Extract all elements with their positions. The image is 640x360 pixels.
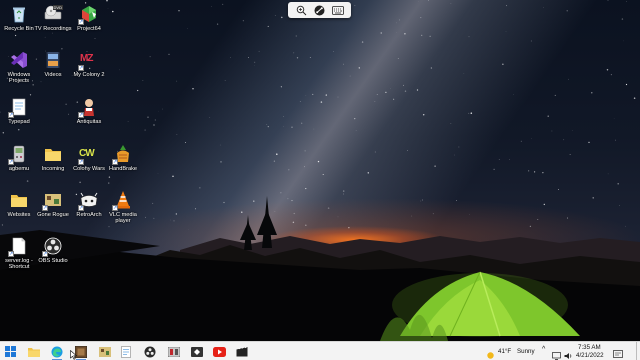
colony-wars-icon: CW ↗ [78,148,95,165]
visual-studio-icon [9,50,29,70]
media-app-icon [168,346,180,357]
desktop-icon-incoming[interactable]: Incoming [34,144,72,172]
desktop-icon-handbrake[interactable]: ↗ HandBrake [104,144,142,172]
desktop[interactable]: Recycle Bin DVD TV Recordings ↗ Project6… [0,0,640,341]
my-colony-icon: MZ ↗ [78,53,93,71]
desktop-icon-vlc[interactable]: ↗ VLC media player [104,190,142,225]
desktop-icon-antiquitas[interactable]: ↗ Antiquitas [70,97,108,125]
remote-connection-icon[interactable] [313,4,325,16]
desktop-icon-my-colony-2[interactable]: MZ ↗ My Colony 2 [70,50,108,78]
desktop-icon-retroarch[interactable]: ↗ RetroArch [70,190,108,218]
weather-condition[interactable]: Sunny [517,348,535,355]
windows-logo-icon [4,346,16,357]
clock-date[interactable]: 4/21/2022 [576,352,604,359]
taskbar-youtube[interactable] [211,344,227,359]
network-icon[interactable] [552,347,561,360]
recycle-bin-icon [9,4,29,24]
desktop-icon-colony-wars[interactable]: CW ↗ Colony Wars [70,144,108,172]
desktop-icon-windows-projects[interactable]: Windows Projects [0,50,38,85]
desktop-icon-project64[interactable]: ↗ Project64 [70,4,108,32]
folder-icon [28,347,40,357]
show-hidden-icons-chevron-icon[interactable]: ^ [542,346,545,353]
desktop-icon-websites[interactable]: Websites [0,190,38,218]
start-button[interactable] [2,344,18,359]
handbrake-icon: ↗ [112,144,133,165]
edge-icon [51,346,63,357]
desktop-icon-tv-recordings[interactable]: DVD TV Recordings [34,4,72,32]
remote-app-icon [191,346,203,357]
system-tray: 41°F Sunny ^ 7:35 AM 4/21/2022 [480,342,640,360]
remote-toolbar [288,2,351,18]
folder-icon [43,144,63,164]
taskbar-notepad[interactable] [118,344,134,359]
desktop-icon-server-log[interactable]: ↗ server.log - Shortcut [0,236,38,271]
keyboard-icon[interactable] [331,4,344,16]
folder-icon [9,190,29,210]
youtube-icon [212,346,226,357]
taskbar: 41°F Sunny ^ 7:35 AM 4/21/2022 [0,341,640,360]
desktop-icon-obs-studio[interactable]: ↗ OBS Studio [34,236,72,264]
desktop-icon-typepad[interactable]: ↗ Typepad [0,97,38,125]
character-icon: ↗ [78,97,99,118]
weather-sunny-icon[interactable] [486,347,495,360]
show-desktop-button[interactable] [636,342,639,360]
weather-temp[interactable]: 41°F [498,348,511,355]
taskbar-remote-app[interactable] [189,344,205,359]
retroarch-icon: ↗ [78,190,99,211]
taskbar-obs[interactable] [142,344,158,359]
clapperboard-icon [236,346,248,357]
taskbar-edge[interactable] [49,344,65,360]
obs-icon [144,346,156,357]
notification-icon[interactable] [613,346,623,360]
taskbar-media-app[interactable] [166,344,182,359]
vlc-cone-icon: ↗ [112,190,133,211]
desktop-icon-agbemu[interactable]: ↗ agbemu [0,144,38,172]
clock-time[interactable]: 7:35 AM [578,344,601,351]
project64-icon: ↗ [78,4,99,25]
taskbar-clapper[interactable] [234,344,250,359]
gone-rogue-icon: ↗ [42,190,63,211]
mouse-cursor-icon [70,350,78,360]
document-icon: ↗ [8,236,29,257]
taskbar-gone-rogue[interactable] [97,344,113,359]
desktop-icon-gone-rogue[interactable]: ↗ Gone Rogue [34,190,72,218]
gone-rogue-icon [99,346,111,357]
volume-icon[interactable] [564,347,573,360]
desktop-icon-recycle-bin[interactable]: Recycle Bin [0,4,38,32]
dvd-drive-icon: DVD [43,4,63,24]
notepad-icon [121,345,131,358]
notepad-icon: ↗ [8,97,29,118]
desktop-icon-videos[interactable]: Videos [34,50,72,78]
obs-icon: ↗ [42,236,63,257]
film-folder-icon [43,50,63,70]
gameboy-icon: ↗ [8,144,29,165]
zoom-icon[interactable] [295,4,307,16]
taskbar-file-explorer[interactable] [26,344,42,359]
